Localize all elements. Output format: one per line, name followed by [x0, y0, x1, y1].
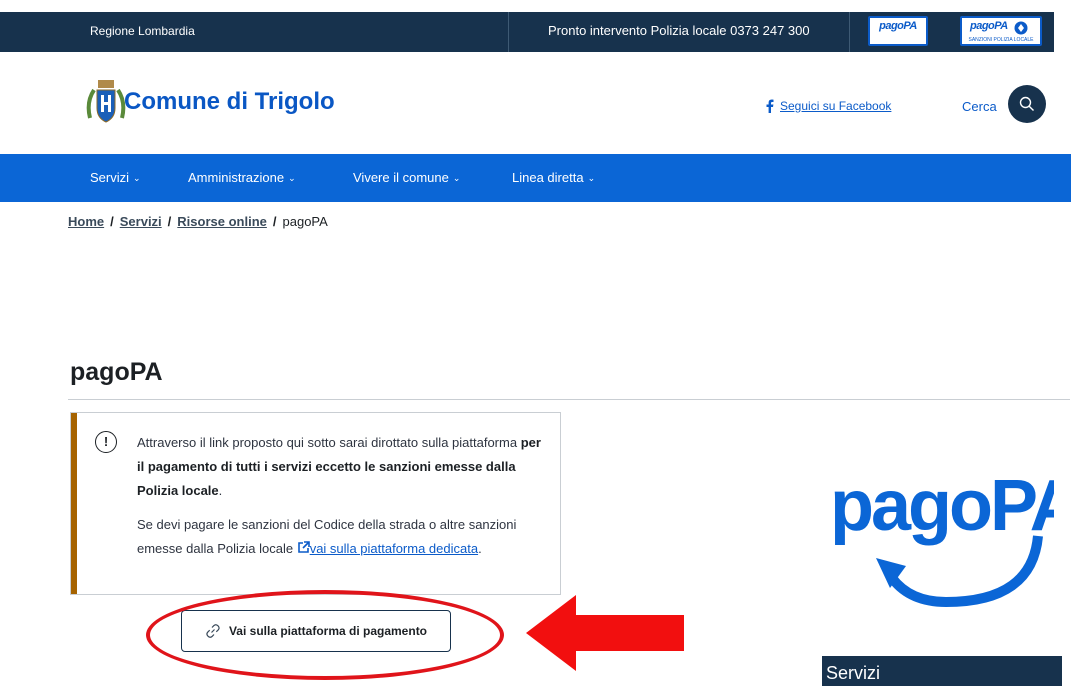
police-shield-icon: [1014, 21, 1028, 35]
breadcrumb-home[interactable]: Home: [68, 214, 104, 229]
nav-item-linea-diretta[interactable]: Linea diretta ⌄: [512, 170, 595, 185]
chevron-down-icon: ⌄: [587, 173, 596, 183]
breadcrumb-separator: /: [167, 214, 172, 229]
callout-paragraph: Attraverso il link proposto qui sotto sa…: [137, 431, 547, 503]
facebook-label: Seguici su Facebook: [780, 99, 892, 113]
servizi-panel-title: Servizi: [826, 663, 881, 683]
callout-paragraph: Se devi pagare le sanzioni del Codice de…: [137, 513, 547, 561]
crest-icon: [86, 80, 126, 123]
callout-text: Attraverso il link proposto qui sotto sa…: [137, 435, 521, 450]
breadcrumb-risorse-online[interactable]: Risorse online: [177, 214, 267, 229]
nav-item-label: Servizi: [90, 170, 130, 185]
annotation-arrow-icon: [526, 595, 684, 671]
servizi-panel: Servizi: [822, 656, 1062, 686]
region-link[interactable]: Regione Lombardia: [90, 24, 195, 38]
nav-item-label: Linea diretta: [512, 170, 584, 185]
site-header: Comune di Trigolo Seguici su Facebook Ce…: [0, 52, 1071, 154]
dedicated-platform-link[interactable]: vai sulla piattaforma dedicata: [310, 541, 478, 556]
breadcrumb: Home / Servizi / Risorse online / pagoPA: [68, 214, 328, 229]
pagopa-badge-label: pagoPA: [879, 20, 917, 32]
nav-item-vivere-il-comune[interactable]: Vivere il comune ⌄: [353, 170, 460, 185]
search-icon: [1019, 96, 1034, 111]
callout-text-end: .: [218, 483, 223, 498]
chevron-down-icon: ⌄: [452, 173, 461, 183]
top-bar: Regione Lombardia Pronto intervento Poli…: [0, 12, 1054, 52]
chevron-down-icon: ⌄: [133, 173, 141, 183]
divider: [508, 12, 509, 52]
pagopa-sanzioni-badge[interactable]: pagoPA SANZIONI POLIZIA LOCALE: [960, 16, 1042, 46]
callout-text-end: .: [478, 541, 482, 556]
pagopa-logo-icon: pagoPA: [830, 466, 1054, 608]
chevron-down-icon: ⌄: [288, 173, 296, 183]
annotation-ellipse: [146, 590, 504, 680]
callout-accent: [71, 413, 77, 594]
search-button[interactable]: [1008, 85, 1046, 123]
nav-item-servizi[interactable]: Servizi ⌄: [90, 170, 141, 185]
facebook-link[interactable]: Seguici su Facebook: [766, 99, 891, 113]
divider: [849, 12, 850, 52]
nav-item-amministrazione[interactable]: Amministrazione ⌄: [188, 170, 296, 185]
emergency-number[interactable]: Pronto intervento Polizia locale 0373 24…: [548, 23, 810, 38]
site-title[interactable]: Comune di Trigolo: [124, 88, 335, 116]
info-callout: ! Attraverso il link proposto qui sotto …: [70, 412, 561, 595]
external-link-icon: [297, 541, 310, 553]
pagopa-badge-sub: SANZIONI POLIZIA LOCALE: [968, 37, 1034, 43]
breadcrumb-separator: /: [272, 214, 277, 229]
info-icon: !: [95, 431, 117, 453]
title-divider: [68, 399, 1070, 400]
main-nav: Servizi ⌄ Amministrazione ⌄ Vivere il co…: [0, 154, 1071, 202]
search-label[interactable]: Cerca: [962, 99, 997, 114]
nav-item-label: Amministrazione: [188, 170, 285, 185]
page-title: pagoPA: [70, 358, 163, 386]
pagopa-badge-label: pagoPA: [970, 20, 1008, 32]
facebook-icon: [766, 99, 774, 113]
nav-item-label: Vivere il comune: [353, 170, 449, 185]
pagopa-badge[interactable]: pagoPA: [868, 16, 928, 46]
pagopa-logo-text: pagoPA: [830, 466, 1054, 546]
breadcrumb-servizi[interactable]: Servizi: [120, 214, 162, 229]
breadcrumb-separator: /: [110, 214, 114, 229]
breadcrumb-current: pagoPA: [282, 214, 328, 229]
